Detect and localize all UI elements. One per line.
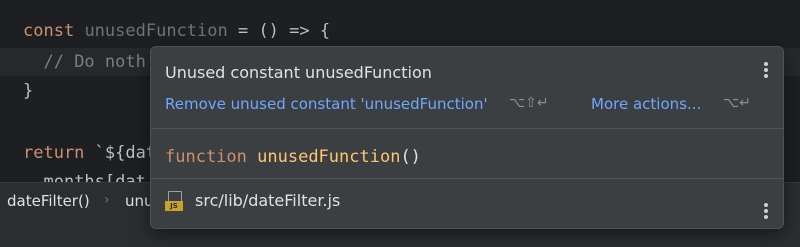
code-text: }: [23, 81, 34, 101]
chevron-right-icon: ›: [104, 192, 110, 208]
code-line-2[interactable]: // Do noth: [23, 51, 146, 73]
popup-title: Unused constant unusedFunction: [165, 63, 432, 82]
more-actions-shortcut: ⌥↵: [723, 95, 751, 111]
code-comment: // Do noth: [43, 52, 146, 72]
file-path[interactable]: src/lib/dateFilter.js: [195, 191, 340, 210]
breadcrumb-item-datefilter[interactable]: dateFilter(): [7, 192, 90, 210]
popup-divider: [151, 178, 783, 179]
signature-parens: (): [400, 147, 421, 167]
remove-action-shortcut: ⌥⇧↵: [509, 95, 549, 111]
signature-name: unusedFunction: [257, 147, 401, 167]
unused-identifier: unusedFunction: [84, 21, 228, 41]
keyword-const: const: [23, 21, 75, 41]
code-line-1[interactable]: const unusedFunction = () => {: [23, 20, 330, 42]
js-file-icon: JS: [165, 191, 183, 211]
more-options-icon[interactable]: [761, 203, 771, 223]
keyword-return: return: [23, 143, 85, 163]
inspection-popup: Unused constant unusedFunction Remove un…: [150, 46, 784, 229]
code-line-5[interactable]: return `${dat: [23, 142, 156, 164]
remove-unused-constant-action[interactable]: Remove unused constant 'unusedFunction': [165, 95, 488, 113]
code-text: `${dat: [84, 143, 157, 163]
more-actions-link[interactable]: More actions...: [591, 95, 701, 113]
signature-keyword: function: [165, 147, 247, 167]
popup-divider: [151, 128, 783, 129]
function-signature: function unusedFunction(): [165, 147, 421, 167]
code-text: = () => {: [227, 21, 331, 41]
more-options-icon[interactable]: [761, 62, 771, 82]
code-line-3[interactable]: }: [23, 80, 33, 102]
